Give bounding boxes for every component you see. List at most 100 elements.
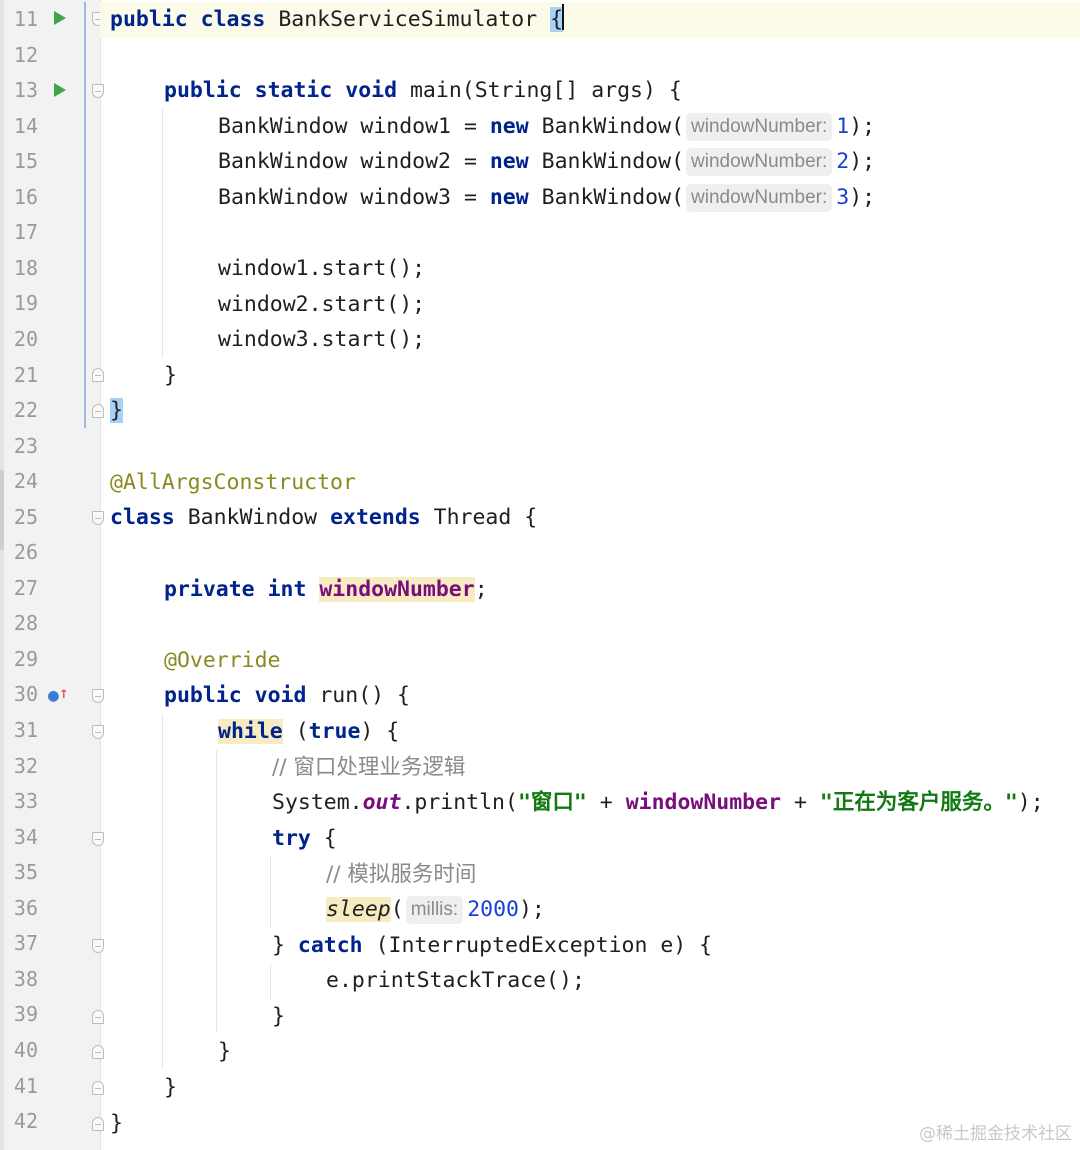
code-line-41[interactable]: } bbox=[164, 1070, 177, 1106]
code-line-36[interactable]: sleep(millis: 2000); bbox=[326, 892, 545, 928]
number-literal: 1 bbox=[836, 114, 850, 139]
code-line-42[interactable]: } bbox=[110, 1106, 123, 1142]
punctuation: ; bbox=[474, 577, 488, 602]
override-method-icon[interactable]: ● ↑ bbox=[48, 683, 69, 706]
parameter-hint: millis: bbox=[405, 896, 464, 924]
indent-guide bbox=[270, 857, 271, 929]
keyword: true bbox=[308, 719, 361, 744]
number-literal: 2000 bbox=[467, 897, 519, 922]
code-line-18[interactable]: window1.start(); bbox=[218, 251, 425, 287]
code-line-33[interactable]: System.out.println("窗口" + windowNumber +… bbox=[272, 785, 1044, 821]
keyword: void bbox=[254, 683, 307, 708]
code-line-14[interactable]: BankWindow window1 = new BankWindow(wind… bbox=[218, 109, 875, 145]
brace: } bbox=[164, 363, 177, 388]
code-line-24[interactable]: @AllArgsConstructor bbox=[110, 465, 356, 501]
method-call: .println( bbox=[401, 790, 518, 815]
fold-icon[interactable] bbox=[92, 404, 104, 418]
operator: + bbox=[781, 790, 820, 815]
brace: } bbox=[164, 1075, 177, 1100]
class-name: BankWindow bbox=[187, 505, 318, 530]
punctuation: ( bbox=[390, 897, 404, 922]
keyword: public bbox=[164, 683, 242, 708]
keyword: catch bbox=[297, 933, 363, 958]
method-call: window1.start(); bbox=[218, 256, 426, 281]
fold-icon[interactable] bbox=[92, 1010, 104, 1024]
punctuation: ); bbox=[849, 149, 876, 174]
fold-icon[interactable] bbox=[92, 1081, 104, 1095]
text-caret bbox=[562, 4, 565, 30]
line-number: 17 bbox=[13, 220, 38, 245]
keyword: private bbox=[164, 577, 255, 602]
variable-decl: window3 = bbox=[347, 185, 490, 210]
code-line-30[interactable]: public void run() { bbox=[164, 678, 410, 714]
code-line-16[interactable]: BankWindow window3 = new BankWindow(wind… bbox=[218, 180, 875, 216]
code-line-20[interactable]: window3.start(); bbox=[218, 322, 425, 358]
matched-brace: } bbox=[110, 398, 123, 423]
fold-icon[interactable] bbox=[92, 939, 104, 953]
variable-decl: window1 = bbox=[347, 114, 490, 139]
line-number: 20 bbox=[13, 326, 38, 351]
operator: + bbox=[586, 790, 626, 815]
line-number: 42 bbox=[13, 1109, 38, 1134]
code-line-15[interactable]: BankWindow window2 = new BankWindow(wind… bbox=[218, 144, 875, 180]
code-line-29[interactable]: @Override bbox=[164, 643, 281, 679]
parameter-hint: windowNumber: bbox=[686, 148, 833, 176]
line-number: 18 bbox=[13, 255, 38, 280]
brace: } bbox=[218, 1039, 231, 1064]
code-line-21[interactable]: } bbox=[164, 358, 177, 394]
parameter-hint: windowNumber: bbox=[686, 184, 833, 212]
fold-icon[interactable] bbox=[92, 511, 104, 525]
method-signature: run() { bbox=[319, 683, 410, 708]
line-number: 39 bbox=[13, 1002, 38, 1027]
code-line-37[interactable]: } catch (InterruptedException e) { bbox=[272, 928, 712, 964]
keyword: new bbox=[489, 114, 529, 139]
method-call: window3.start(); bbox=[218, 327, 426, 352]
code-line-25[interactable]: class BankWindow extends Thread { bbox=[110, 500, 537, 536]
line-number: 28 bbox=[13, 611, 38, 636]
code-line-34[interactable]: try { bbox=[272, 821, 337, 857]
line-number: 34 bbox=[13, 824, 38, 849]
fold-icon[interactable] bbox=[92, 725, 104, 739]
fold-icon[interactable] bbox=[92, 368, 104, 382]
code-line-32[interactable]: // 窗口处理业务逻辑 bbox=[272, 750, 465, 786]
run-main-icon[interactable] bbox=[54, 83, 66, 97]
code-line-13[interactable]: public static void main(String[] args) { bbox=[164, 73, 682, 109]
code-line-31[interactable]: while (true) { bbox=[218, 714, 399, 750]
annotation: @Override bbox=[164, 648, 281, 673]
keyword: static bbox=[254, 78, 333, 103]
type-name: BankWindow bbox=[218, 185, 348, 210]
punctuation: ); bbox=[1017, 790, 1044, 815]
code-line-27[interactable]: private int windowNumber; bbox=[164, 572, 488, 608]
fold-icon[interactable] bbox=[92, 1117, 104, 1131]
code-line-11[interactable]: public class BankServiceSimulator { bbox=[100, 2, 1080, 38]
method-call: window2.start(); bbox=[218, 292, 426, 317]
indent-guide bbox=[270, 964, 271, 1000]
code-line-39[interactable]: } bbox=[272, 999, 285, 1035]
catch-signature: (InterruptedException e) { bbox=[362, 933, 713, 958]
line-number: 25 bbox=[13, 504, 38, 529]
line-number: 13 bbox=[13, 78, 38, 103]
string-literal: "正在为客户服务。" bbox=[819, 790, 1018, 815]
fold-icon[interactable] bbox=[92, 84, 104, 98]
line-number: 29 bbox=[13, 646, 38, 671]
fold-icon[interactable] bbox=[92, 1045, 104, 1059]
line-number: 30 bbox=[13, 682, 38, 707]
code-line-40[interactable]: } bbox=[218, 1034, 231, 1070]
line-number: 12 bbox=[13, 42, 38, 67]
code-line-35[interactable]: // 模拟服务时间 bbox=[326, 857, 476, 893]
keyword: while bbox=[218, 719, 283, 744]
fold-icon[interactable] bbox=[92, 689, 104, 703]
constructor-call: BankWindow( bbox=[528, 185, 685, 210]
method-signature: main(String[] args) { bbox=[409, 78, 682, 103]
line-number: 19 bbox=[13, 291, 38, 316]
fold-icon[interactable] bbox=[92, 832, 104, 846]
type-name: BankWindow bbox=[218, 114, 348, 139]
run-class-icon[interactable] bbox=[54, 11, 66, 25]
code-line-22[interactable]: } bbox=[110, 393, 123, 429]
brace: } bbox=[110, 1111, 123, 1136]
code-line-38[interactable]: e.printStackTrace(); bbox=[326, 963, 585, 999]
line-number: 15 bbox=[13, 149, 38, 174]
method-call: e.printStackTrace(); bbox=[326, 968, 585, 993]
code-line-19[interactable]: window2.start(); bbox=[218, 287, 425, 323]
line-number: 23 bbox=[13, 433, 38, 458]
